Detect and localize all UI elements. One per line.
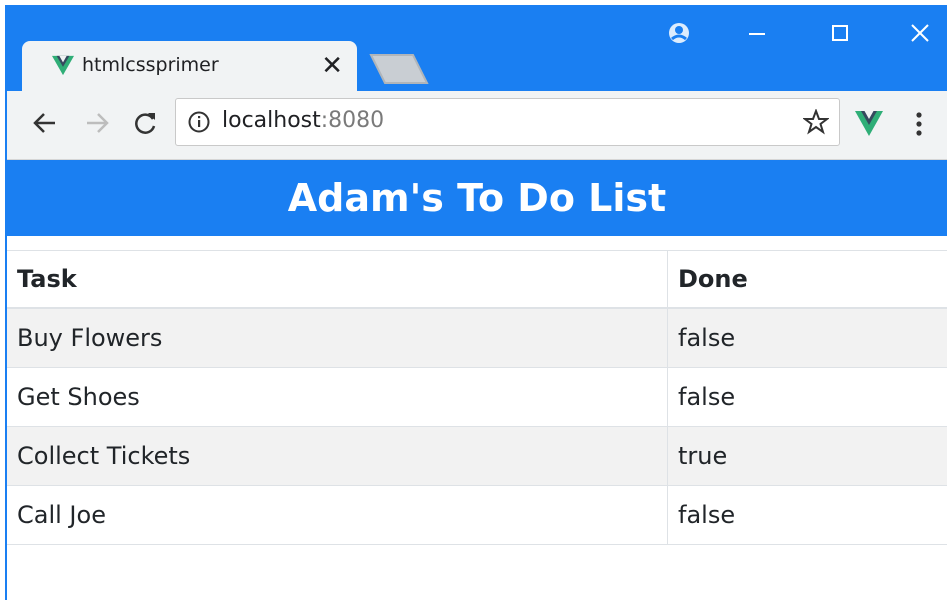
url-host: localhost bbox=[222, 108, 321, 133]
close-window-icon[interactable] bbox=[900, 13, 940, 53]
table-row: Collect Tickets true bbox=[7, 426, 947, 486]
task-cell: Call Joe bbox=[7, 485, 668, 545]
url-port: :8080 bbox=[320, 108, 385, 133]
profile-icon[interactable] bbox=[659, 13, 699, 53]
maximize-icon[interactable] bbox=[820, 13, 860, 53]
column-header-done: Done bbox=[667, 250, 947, 309]
tab-title: htmlcssprimer bbox=[82, 54, 219, 76]
url-text[interactable]: localhost:8080 bbox=[222, 108, 384, 133]
browser-window: htmlcssprimer ✕ localhost:8080 Adam's To… bbox=[5, 5, 947, 600]
title-bar: htmlcssprimer ✕ bbox=[7, 5, 947, 93]
vue-devtools-icon[interactable] bbox=[855, 111, 883, 137]
address-bar[interactable]: localhost:8080 bbox=[175, 98, 840, 146]
bookmark-star-icon[interactable] bbox=[803, 109, 829, 135]
done-cell: true bbox=[667, 426, 947, 486]
back-icon[interactable] bbox=[27, 105, 63, 141]
table-row: Call Joe false bbox=[7, 485, 947, 545]
browser-tab[interactable]: htmlcssprimer ✕ bbox=[22, 41, 357, 93]
browser-toolbar: localhost:8080 bbox=[7, 91, 947, 160]
done-cell: false bbox=[667, 367, 947, 427]
task-cell: Collect Tickets bbox=[7, 426, 668, 486]
done-cell: false bbox=[667, 307, 947, 368]
table-row: Buy Flowers false bbox=[7, 307, 947, 368]
vue-logo-icon bbox=[52, 55, 74, 76]
todo-table: Task Done Buy Flowers false Get Shoes fa… bbox=[7, 250, 947, 545]
forward-icon[interactable] bbox=[79, 105, 115, 141]
table-header-row: Task Done bbox=[7, 250, 947, 309]
column-header-task: Task bbox=[7, 250, 668, 309]
minimize-icon[interactable] bbox=[737, 13, 777, 53]
task-cell: Buy Flowers bbox=[7, 307, 668, 368]
table-row: Get Shoes false bbox=[7, 367, 947, 427]
reload-icon[interactable] bbox=[127, 105, 163, 141]
new-tab-button[interactable] bbox=[369, 53, 431, 85]
page-content: Adam's To Do List Task Done Buy Flowers … bbox=[7, 160, 947, 545]
info-icon[interactable] bbox=[188, 111, 210, 133]
page-title: Adam's To Do List bbox=[7, 160, 947, 236]
done-cell: false bbox=[667, 485, 947, 545]
menu-kebab-icon[interactable] bbox=[907, 109, 931, 139]
tab-close-icon[interactable]: ✕ bbox=[321, 49, 343, 83]
task-cell: Get Shoes bbox=[7, 367, 668, 427]
